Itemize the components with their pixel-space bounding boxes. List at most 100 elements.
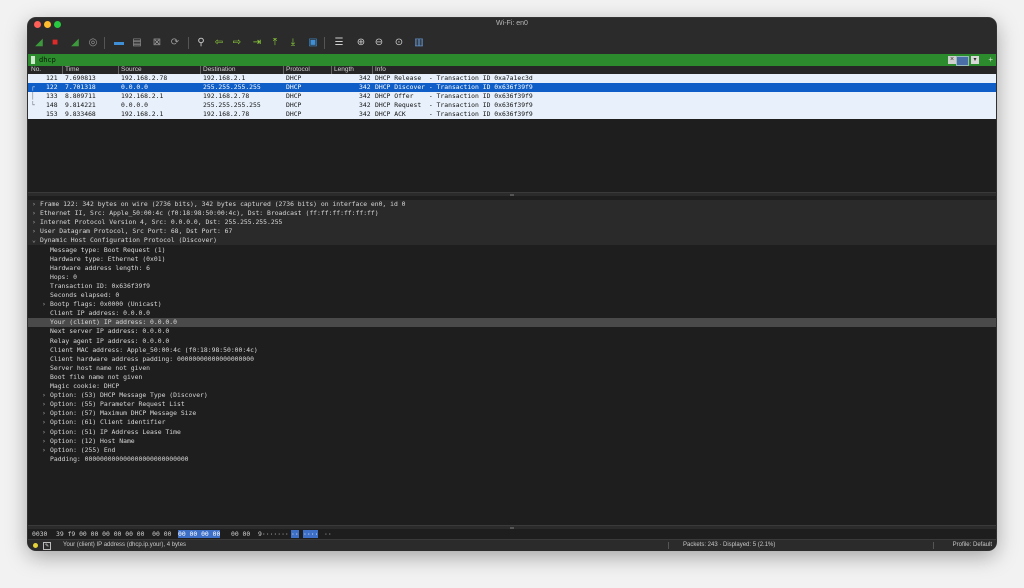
capture-options-gear-icon[interactable]: ◎: [86, 36, 100, 50]
hex-bytes-tail[interactable]: 00 00: [231, 529, 250, 539]
collapsed-chevron-icon[interactable]: ›: [32, 200, 36, 209]
detail-field-row[interactable]: › Option: (12) Host Name: [28, 437, 996, 446]
col-header-destination[interactable]: Destination: [203, 66, 236, 74]
hex-ascii-highlighted-2[interactable]: ····: [303, 530, 319, 538]
zoom-out-icon[interactable]: ⊖: [372, 36, 386, 50]
detail-field-row[interactable]: › Option: (53) DHCP Message Type (Discove…: [28, 391, 996, 400]
collapsed-chevron-icon[interactable]: ›: [42, 400, 46, 409]
clear-filter-icon[interactable]: ×: [948, 56, 956, 64]
apply-filter-button[interactable]: [956, 56, 969, 66]
col-header-no[interactable]: No.: [31, 66, 41, 74]
collapsed-chevron-icon[interactable]: ›: [42, 300, 46, 309]
detail-field-row[interactable]: Hardware address length: 6: [28, 264, 996, 273]
hex-bytes[interactable]: 39 f9 00 00 00 00 00 00 00 00: [56, 529, 171, 539]
selected-detail-row[interactable]: Your (client) IP address: 0.0.0.0: [28, 318, 996, 328]
detail-field-row[interactable]: › Option: (57) Maximum DHCP Message Size: [28, 409, 996, 418]
collapsed-chevron-icon[interactable]: ›: [42, 437, 46, 446]
go-to-first-icon[interactable]: ⤒: [268, 36, 282, 50]
detail-field-row[interactable]: Magic cookie: DHCP: [28, 382, 996, 391]
collapsed-chevron-icon[interactable]: ›: [42, 409, 46, 418]
go-to-last-icon[interactable]: ⤓: [286, 36, 300, 50]
col-header-info[interactable]: Info: [375, 66, 386, 74]
detail-field-row[interactable]: Client MAC address: Apple_50:00:4c (f0:1…: [28, 346, 996, 355]
restart-fin-icon[interactable]: ◢: [68, 36, 82, 50]
collapsed-chevron-icon[interactable]: ›: [32, 209, 36, 218]
save-file-icon[interactable]: ▤: [130, 36, 144, 50]
protocol-tree-item[interactable]: › Internet Protocol Version 4, Src: 0.0.0…: [28, 218, 996, 228]
packet-row[interactable]: 153 9.833468 192.168.2.1 192.168.2.78 DHCP 34…: [28, 110, 996, 119]
detail-field-row[interactable]: Client IP address: 0.0.0.0: [28, 309, 996, 318]
packet-bytes-pane[interactable]: 0030 39 f9 00 00 00 00 00 00 00 00 00 00…: [28, 529, 996, 539]
colorize-icon[interactable]: ☰: [332, 36, 346, 50]
packet-list: 121 7.690813 192.168.2.78 192.168.2.1 DHCP 34…: [28, 74, 996, 192]
expanded-chevron-icon[interactable]: ⌄: [32, 236, 36, 245]
stop-square-icon[interactable]: ■: [48, 36, 62, 50]
go-forward-arrow-icon[interactable]: ⇨: [230, 36, 244, 50]
detail-field-row[interactable]: › Bootp flags: 0x0000 (Unicast): [28, 300, 996, 309]
find-packet-icon[interactable]: ⚲: [194, 36, 208, 50]
expert-info-icon[interactable]: [33, 543, 38, 548]
hex-ascii[interactable]: 9·······: [258, 529, 289, 539]
autoscroll-icon[interactable]: ▣: [306, 36, 320, 50]
cell-info: DHCP Release - Transaction ID 0xa7a1ec3d: [375, 74, 533, 82]
bookmark-icon[interactable]: [31, 56, 35, 64]
add-filter-button-icon[interactable]: +: [988, 55, 993, 65]
collapsed-chevron-icon[interactable]: ›: [42, 428, 46, 437]
collapsed-chevron-icon[interactable]: ›: [42, 391, 46, 400]
open-folder-icon[interactable]: ▬: [112, 36, 126, 50]
detail-field-row[interactable]: Client hardware address padding: 0000000…: [28, 355, 996, 364]
collapsed-chevron-icon[interactable]: ›: [42, 418, 46, 427]
detail-field-row[interactable]: Padding: 000000000000000000000000000: [28, 455, 996, 464]
resize-columns-icon[interactable]: ▥: [412, 36, 426, 50]
status-profile[interactable]: Profile: Default: [953, 540, 992, 550]
col-header-protocol[interactable]: Protocol: [286, 66, 310, 74]
chevron-down-icon[interactable]: ▾: [971, 56, 979, 64]
close-file-icon[interactable]: ⊠: [150, 36, 164, 50]
col-header-length[interactable]: Length: [334, 66, 354, 74]
reload-file-icon[interactable]: ⟳: [168, 36, 182, 50]
packet-row[interactable]: 121 7.690813 192.168.2.78 192.168.2.1 DHCP 34…: [28, 74, 996, 83]
col-header-source[interactable]: Source: [121, 66, 142, 74]
collapsed-chevron-icon[interactable]: ›: [42, 446, 46, 455]
collapsed-chevron-icon[interactable]: ›: [32, 227, 36, 236]
detail-field-row[interactable]: › Option: (55) Parameter Request List: [28, 400, 996, 409]
go-back-arrow-icon[interactable]: ⇦: [212, 36, 226, 50]
detail-field-row[interactable]: › Option: (255) End: [28, 446, 996, 455]
hex-ascii-highlighted[interactable]: ··: [291, 530, 299, 538]
detail-text: Message type: Boot Request (1): [50, 245, 166, 254]
display-filter-input[interactable]: dhcp: [39, 54, 56, 66]
zoom-normal-icon[interactable]: ⊙: [392, 36, 406, 50]
detail-text: Dynamic Host Configuration Protocol (Dis…: [40, 236, 217, 245]
collapsed-chevron-icon[interactable]: ›: [32, 218, 36, 227]
cell-source: 192.168.2.1: [121, 92, 164, 100]
detail-field-row[interactable]: Hardware type: Ethernet (0x01): [28, 255, 996, 264]
go-to-packet-icon[interactable]: ⇥: [250, 36, 264, 50]
detail-text: Option: (55) Parameter Request List: [50, 400, 185, 409]
selected-packet-row[interactable]: ┌ 122 7.701318 0.0.0.0 255.255.255.255 DHCP 34…: [28, 83, 996, 92]
detail-field-row[interactable]: › Option: (61) Client identifier: [28, 418, 996, 427]
protocol-tree-item[interactable]: › User Datagram Protocol, Src Port: 68, D…: [28, 227, 996, 237]
packet-row[interactable]: │ 133 8.809711 192.168.2.1 192.168.2.78 DHCP 3…: [28, 92, 996, 101]
zoom-in-icon[interactable]: ⊕: [354, 36, 368, 50]
detail-field-row[interactable]: Transaction ID: 0x636f39f9: [28, 282, 996, 291]
hex-bytes-highlighted[interactable]: 00 00 00 00: [178, 530, 221, 538]
detail-field-row[interactable]: Hops: 0: [28, 273, 996, 282]
packet-row[interactable]: └ 148 9.814221 0.0.0.0 255.255.255.255 DHCP 34…: [28, 101, 996, 110]
hex-ascii-tail[interactable]: ··: [324, 529, 332, 539]
display-filter-bar[interactable]: dhcp × ▾ +: [28, 54, 996, 66]
detail-field-row[interactable]: Next server IP address: 0.0.0.0: [28, 327, 996, 336]
capture-comment-icon[interactable]: ✎: [43, 542, 51, 550]
detail-field-row[interactable]: Boot file name not given: [28, 373, 996, 382]
detail-field-row[interactable]: › Option: (51) IP Address Lease Time: [28, 428, 996, 437]
cell-destination: 192.168.2.78: [203, 92, 250, 100]
detail-field-row[interactable]: Relay agent IP address: 0.0.0.0: [28, 337, 996, 346]
detail-text: Hardware address length: 6: [50, 263, 151, 272]
shark-fin-start-icon[interactable]: ◢: [32, 36, 46, 50]
protocol-tree-item[interactable]: ⌄ Dynamic Host Configuration Protocol (Di…: [28, 236, 996, 246]
protocol-tree-item[interactable]: › Ethernet II, Src: Apple_50:00:4c (f0:18…: [28, 209, 996, 219]
detail-field-row[interactable]: Server host name not given: [28, 364, 996, 373]
col-header-time[interactable]: Time: [65, 66, 79, 74]
detail-field-row[interactable]: Seconds elapsed: 0: [28, 291, 996, 300]
protocol-tree-item[interactable]: › Frame 122: 342 bytes on wire (2736 bits…: [28, 200, 996, 209]
detail-field-row[interactable]: Message type: Boot Request (1): [28, 246, 996, 255]
